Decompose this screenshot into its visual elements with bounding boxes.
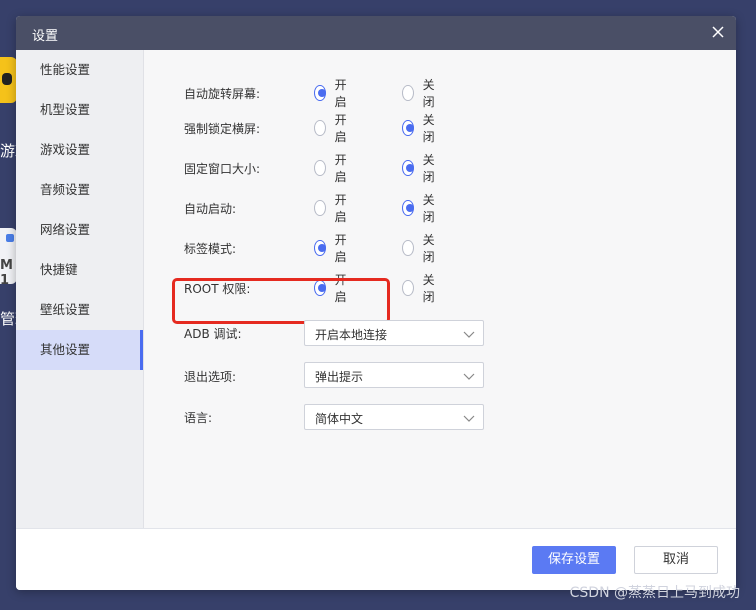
setting-label: 固定窗口大小: xyxy=(184,161,261,176)
root-permission-highlight-box xyxy=(172,278,390,324)
radio-off-dot[interactable] xyxy=(402,280,414,296)
setting-row-fixed-window-size: 固定窗口大小: 开启 关闭 xyxy=(184,153,435,184)
sidebar-item-device-model[interactable]: 机型设置 xyxy=(16,90,143,130)
chevron-down-icon xyxy=(463,373,475,380)
select-value: 简体中文 xyxy=(315,412,364,426)
radio-off[interactable]: 关闭 xyxy=(402,76,439,110)
sidebar-item-other[interactable]: 其他设置 xyxy=(16,330,143,370)
settings-dialog: 设置 性能设置 机型设置 游戏设置 音频设置 网络设置 快捷键 壁纸设置 其他设… xyxy=(16,16,736,590)
radio-on[interactable]: 开启 xyxy=(314,231,351,265)
radio-off-dot[interactable] xyxy=(402,160,414,176)
save-settings-button[interactable]: 保存设置 xyxy=(532,546,616,574)
sidebar-item-performance[interactable]: 性能设置 xyxy=(16,50,143,90)
radio-on[interactable]: 开启 xyxy=(314,191,351,225)
radio-off[interactable]: 关闭 xyxy=(402,271,439,305)
radio-off-dot[interactable] xyxy=(402,200,414,216)
dialog-footer: 保存设置 取消 xyxy=(16,529,736,590)
language-select[interactable]: 简体中文 xyxy=(304,404,484,430)
dialog-titlebar: 设置 xyxy=(16,16,736,50)
background-app-icon-2: M 1 xyxy=(0,228,17,284)
setting-row-auto-rotate: 自动旋转屏幕: 开启 关闭 xyxy=(184,78,435,109)
sidebar-item-network[interactable]: 网络设置 xyxy=(16,210,143,250)
radio-off[interactable]: 关闭 xyxy=(402,231,439,265)
setting-row-tab-mode: 标签模式: 开启 关闭 xyxy=(184,233,435,264)
radio-off[interactable]: 关闭 xyxy=(402,111,439,145)
sidebar-item-shortcuts[interactable]: 快捷键 xyxy=(16,250,143,290)
select-value: 弹出提示 xyxy=(315,370,364,384)
radio-off-dot[interactable] xyxy=(402,85,414,101)
settings-content: 自动旋转屏幕: 开启 关闭 强制锁定横屏: 开启 关闭 固定窗口大小: 开启 关… xyxy=(144,50,736,528)
radio-on[interactable]: 开启 xyxy=(314,111,351,145)
exit-option-label: 退出选项: xyxy=(184,370,237,384)
setting-row-auto-start: 自动启动: 开启 关闭 xyxy=(184,193,435,224)
setting-label: 自动旋转屏幕: xyxy=(184,86,261,101)
dialog-title: 设置 xyxy=(32,29,59,44)
adb-debug-select[interactable]: 开启本地连接 xyxy=(304,320,484,346)
radio-on-dot[interactable] xyxy=(314,85,326,101)
settings-sidebar: 性能设置 机型设置 游戏设置 音频设置 网络设置 快捷键 壁纸设置 其他设置 xyxy=(16,50,144,528)
setting-label: 强制锁定横屏: xyxy=(184,121,261,136)
radio-on[interactable]: 开启 xyxy=(314,76,351,110)
radio-on-dot[interactable] xyxy=(314,240,326,256)
radio-on-dot[interactable] xyxy=(314,120,326,136)
sidebar-item-audio[interactable]: 音频设置 xyxy=(16,170,143,210)
chevron-down-icon xyxy=(463,331,475,338)
language-label: 语言: xyxy=(184,411,213,425)
watermark: CSDN @蒸蒸日上马到成功 xyxy=(569,585,740,601)
select-value: 开启本地连接 xyxy=(315,328,388,342)
background-app-icon xyxy=(0,57,17,103)
chevron-down-icon xyxy=(463,415,475,422)
radio-off-dot[interactable] xyxy=(402,120,414,136)
setting-label: 标签模式: xyxy=(184,241,237,256)
exit-option-select[interactable]: 弹出提示 xyxy=(304,362,484,388)
sidebar-item-game[interactable]: 游戏设置 xyxy=(16,130,143,170)
close-icon[interactable] xyxy=(710,24,726,40)
adb-debug-label: ADB 调试: xyxy=(184,327,242,341)
radio-off[interactable]: 关闭 xyxy=(402,151,439,185)
radio-on[interactable]: 开启 xyxy=(314,151,351,185)
setting-row-force-landscape: 强制锁定横屏: 开启 关闭 xyxy=(184,113,435,144)
cancel-button[interactable]: 取消 xyxy=(634,546,718,574)
radio-off-dot[interactable] xyxy=(402,240,414,256)
sidebar-item-wallpaper[interactable]: 壁纸设置 xyxy=(16,290,143,330)
radio-off[interactable]: 关闭 xyxy=(402,191,439,225)
radio-on-dot[interactable] xyxy=(314,160,326,176)
setting-label: 自动启动: xyxy=(184,201,237,216)
radio-on-dot[interactable] xyxy=(314,200,326,216)
